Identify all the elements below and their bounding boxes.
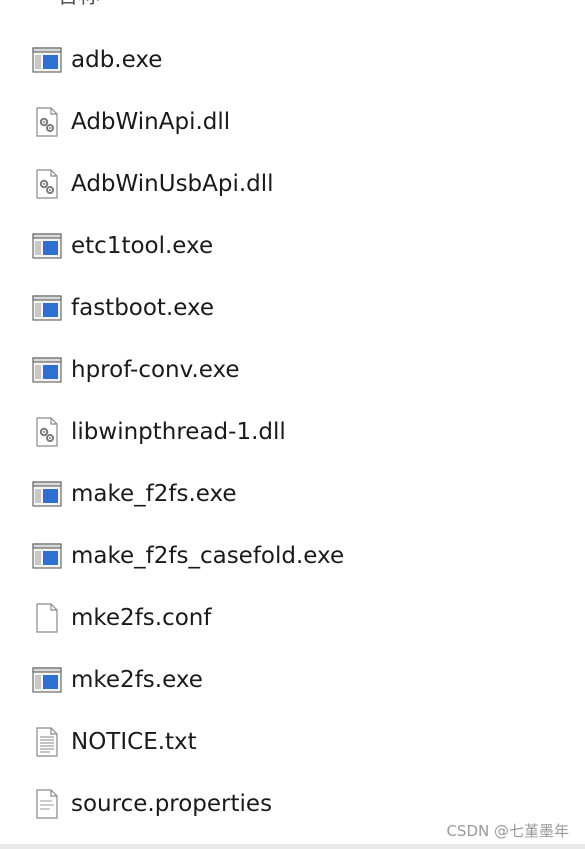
file-row[interactable]: fastboot.exe bbox=[0, 277, 585, 339]
file-row[interactable]: hprof-conv.exe bbox=[0, 339, 585, 401]
file-name: source.properties bbox=[71, 791, 273, 817]
file-row[interactable]: adb.exe bbox=[0, 29, 585, 91]
file-row[interactable]: mke2fs.conf bbox=[0, 587, 585, 649]
file-name: libwinpthread-1.dll bbox=[71, 419, 286, 445]
file-row[interactable]: AdbWinApi.dll bbox=[0, 91, 585, 153]
watermark: CSDN @七堇墨年 bbox=[446, 822, 569, 840]
exe-icon bbox=[30, 477, 64, 511]
file-row[interactable]: AdbWinUsbApi.dll bbox=[0, 153, 585, 215]
file-name: AdbWinUsbApi.dll bbox=[71, 171, 274, 197]
name-column-header[interactable]: 名称 bbox=[56, 0, 100, 10]
file-name: fastboot.exe bbox=[71, 295, 215, 321]
file-row[interactable]: make_f2fs.exe bbox=[0, 463, 585, 525]
properties-file-icon bbox=[30, 787, 64, 821]
exe-icon bbox=[30, 539, 64, 573]
file-row[interactable]: etc1tool.exe bbox=[0, 215, 585, 277]
exe-icon bbox=[30, 353, 64, 387]
file-name: mke2fs.conf bbox=[71, 605, 212, 631]
exe-icon bbox=[30, 43, 64, 77]
file-name: etc1tool.exe bbox=[71, 233, 214, 259]
file-name: adb.exe bbox=[71, 47, 163, 73]
file-explorer-window: 名称 adb.exe AdbWinApi.dll AdbWinUsbApi.dl… bbox=[0, 0, 585, 849]
dll-icon bbox=[30, 415, 64, 449]
file-name: AdbWinApi.dll bbox=[71, 109, 231, 135]
text-file-icon bbox=[30, 725, 64, 759]
dll-icon bbox=[30, 167, 64, 201]
file-name: NOTICE.txt bbox=[71, 729, 197, 755]
file-name: make_f2fs.exe bbox=[71, 481, 237, 507]
exe-icon bbox=[30, 291, 64, 325]
file-row[interactable]: mke2fs.exe bbox=[0, 649, 585, 711]
dll-icon bbox=[30, 105, 64, 139]
file-name: mke2fs.exe bbox=[71, 667, 203, 693]
file-list: adb.exe AdbWinApi.dll AdbWinUsbApi.dll e… bbox=[0, 29, 585, 835]
file-row[interactable]: make_f2fs_casefold.exe bbox=[0, 525, 585, 587]
horizontal-scrollbar[interactable] bbox=[0, 844, 585, 849]
exe-icon bbox=[30, 663, 64, 697]
file-row[interactable]: libwinpthread-1.dll bbox=[0, 401, 585, 463]
file-row[interactable]: NOTICE.txt bbox=[0, 711, 585, 773]
blank-file-icon bbox=[30, 601, 64, 635]
exe-icon bbox=[30, 229, 64, 263]
file-name: make_f2fs_casefold.exe bbox=[71, 543, 345, 569]
file-name: hprof-conv.exe bbox=[71, 357, 240, 383]
